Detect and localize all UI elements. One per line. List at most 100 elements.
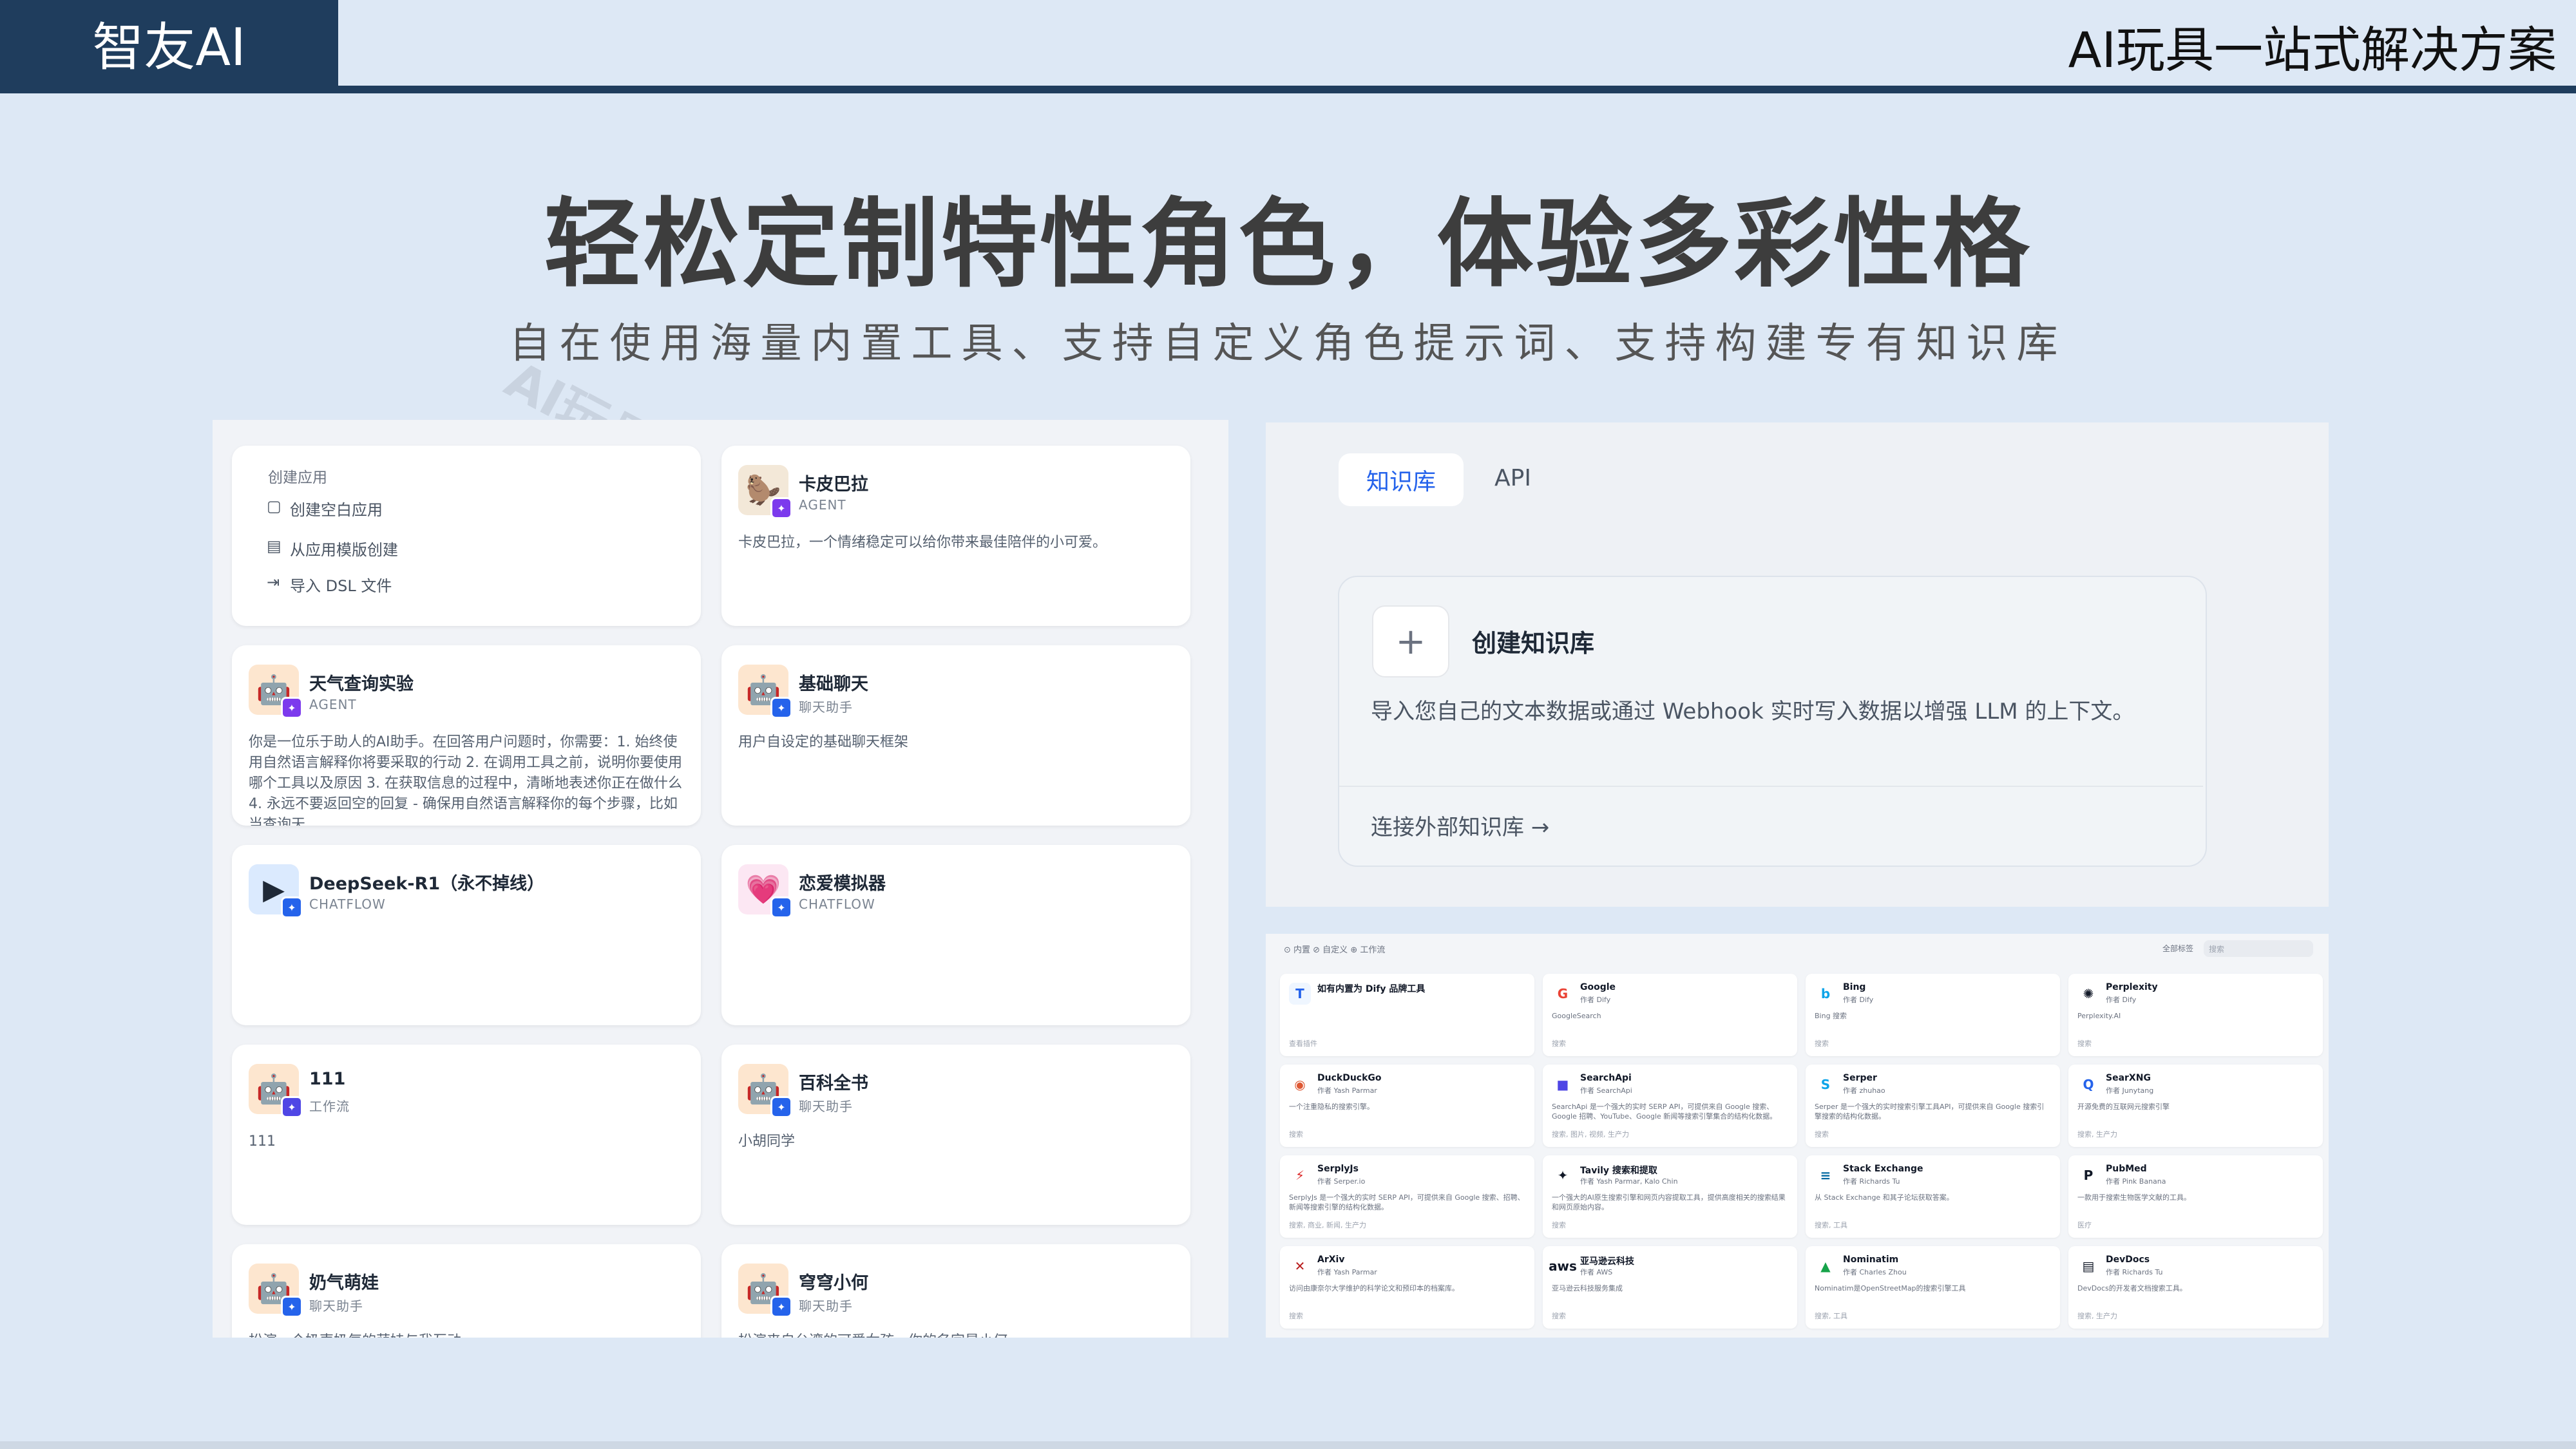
app-avatar: 🤖 ✦ — [249, 1264, 303, 1318]
template-icon: ▤ — [267, 537, 281, 555]
tool-author: 作者 Dify — [2106, 996, 2137, 1004]
tool-description: GoogleSearch — [1552, 1012, 1601, 1020]
tool-card[interactable]: ≡ Stack Exchange 作者 Richards Tu 从 Stack Exc… — [1806, 1155, 2060, 1238]
tool-author: 作者 SearchApi — [1580, 1086, 1632, 1095]
tool-card[interactable]: Q SearXNG 作者 Junytang 开源免费的互联网元搜索引擎 搜索, 生产力 — [2068, 1065, 2323, 1147]
app-description: 扮演来自台湾的可爱女孩，你的名字是小何 — [738, 1331, 1174, 1338]
app-card[interactable]: 🤖✦ 穹穹小何聊天助手扮演来自台湾的可爱女孩，你的名字是小何 — [721, 1244, 1190, 1338]
plus-icon[interactable]: + — [1372, 605, 1449, 677]
tool-card[interactable]: ✕ ArXiv 作者 Yash Parmar 访问由康奈尔大学维护的科学论文和预印本的… — [1280, 1246, 1534, 1329]
import-icon: ⇥ — [267, 573, 280, 591]
tool-card[interactable]: ✦ Tavily 搜索和提取 作者 Yash Parmar, Kalo Chin 一个… — [1543, 1155, 1797, 1238]
tool-tags: 搜索 — [1815, 1130, 1829, 1139]
tool-name: 如有内置为 Dify 品牌工具 — [1317, 984, 1426, 994]
tool-card[interactable]: T 如有内置为 Dify 品牌工具 查看插件 — [1280, 974, 1534, 1056]
tool-tags: 搜索, 工具 — [1815, 1221, 1847, 1229]
tools-search-input[interactable]: 搜索 — [2204, 940, 2313, 957]
tool-icon: ■ — [1552, 1074, 1574, 1095]
app-card[interactable]: 🦫 ✦ 卡皮巴拉 AGENT 卡皮巴拉，一个情绪稳定可以给你带来最佳陪伴的小可爱。 — [721, 446, 1190, 626]
tool-author: 作者 Richards Tu — [2106, 1268, 2163, 1276]
file-plus-icon: ▢ — [267, 497, 281, 515]
app-avatar: 🤖 ✦ — [249, 1064, 303, 1118]
tool-tags: 搜索 — [2077, 1039, 2092, 1048]
app-card[interactable]: 💗 ✦ 恋爱模拟器 CHATFLOW — [721, 845, 1190, 1025]
app-card[interactable]: 🤖✦ 奶气萌娃聊天助手扮演一个奶声奶气的萌娃与我互动 — [232, 1244, 701, 1338]
app-type: 工作流 — [309, 1099, 350, 1114]
tool-description: Nominatim是OpenStreetMap的搜索引擎工具 — [1815, 1284, 1966, 1293]
app-card[interactable]: 🤖 ✦ 天气查询实验 AGENT 你是一位乐于助人的AI助手。在回答用户问题时，你需要：… — [232, 645, 701, 826]
create-from-template-label: 从应用模版创建 — [290, 541, 398, 559]
page-subtitle: 自在使用海量内置工具、支持自定义角色提示词、支持构建专有知识库 — [509, 320, 2067, 368]
tool-card[interactable]: ✺ Perplexity 作者 Dify Perplexity.AI 搜索 — [2068, 974, 2323, 1056]
app-type: 聊天助手 — [799, 1298, 853, 1314]
app-name: 奶气萌娃 — [309, 1273, 379, 1293]
tool-icon: G — [1552, 983, 1574, 1005]
app-card[interactable]: 🤖 ✦ 基础聊天 聊天助手 用户自设定的基础聊天框架 — [721, 645, 1190, 826]
connect-external-knowledge-link[interactable]: 连接外部知识库 → — [1371, 810, 1549, 841]
app-type-badge-icon: ✦ — [281, 896, 303, 918]
tool-name: Google — [1580, 982, 1616, 992]
app-type-badge-icon: ✦ — [281, 1096, 303, 1118]
tool-author: 作者 Dify — [1580, 996, 1611, 1004]
slogan: AI玩具一站式解决方案 — [2068, 21, 2557, 79]
tool-tags: 医疗 — [2077, 1221, 2092, 1229]
app-card[interactable]: 🤖 ✦ 百科全书 聊天助手 小胡同学 — [721, 1045, 1190, 1225]
app-type-badge-icon: ✦ — [770, 896, 792, 918]
app-card[interactable]: ▶ ✦ DeepSeek-R1（永不掉线） CHATFLOW — [232, 845, 701, 1025]
app-avatar: 🦫 ✦ — [738, 465, 792, 519]
tool-tags: 搜索 — [1289, 1130, 1303, 1139]
tool-card[interactable]: b Bing 作者 Dify Bing 搜索 搜索 — [1806, 974, 2060, 1056]
tools-tabs[interactable]: ⊙ 内置 ⊘ 自定义 ⊕ 工作流 — [1284, 943, 1385, 955]
tool-description: SerplyJs 是一个强大的实时 SERP API，可提供来自 Google … — [1289, 1193, 1525, 1211]
tool-icon: ⚡ — [1289, 1164, 1311, 1186]
app-description: 小胡同学 — [738, 1133, 796, 1150]
tool-card[interactable]: G Google 作者 Dify GoogleSearch 搜索 — [1543, 974, 1797, 1056]
tool-description: 一个强大的AI原生搜索引擎和网页内容提取工具，提供高度相关的搜索结果和网页原始内… — [1552, 1193, 1786, 1211]
tool-description: Bing 搜索 — [1815, 1012, 1847, 1020]
tool-card[interactable]: ◉ DuckDuckGo 作者 Yash Parmar 一个注重隐私的搜索引擎。 搜索 — [1280, 1065, 1534, 1147]
tool-author: 作者 Yash Parmar, Kalo Chin — [1580, 1177, 1678, 1186]
create-from-template-item[interactable]: ▤ 从应用模版创建 — [267, 537, 398, 560]
app-description: 扮演一个奶声奶气的萌娃与我互动 — [249, 1331, 684, 1338]
import-dsl-item[interactable]: ⇥ 导入 DSL 文件 — [267, 573, 392, 596]
brand-logo: 智友AI — [0, 0, 338, 86]
tool-card[interactable]: ▲ Nominatim 作者 Charles Zhou Nominatim是OpenS… — [1806, 1246, 2060, 1329]
tool-icon: aws — [1549, 1255, 1577, 1277]
tool-card[interactable]: S Serper 作者 zhuhao Serper 是一个强大的实时搜索引擎工具API… — [1806, 1065, 2060, 1147]
tool-description: 从 Stack Exchange 和其子论坛获取答案。 — [1815, 1193, 1954, 1202]
app-type: AGENT — [309, 697, 357, 712]
tag-filter[interactable]: 全部标签 — [2162, 943, 2193, 954]
app-card[interactable]: 🤖 ✦ 111 工作流 111 — [232, 1045, 701, 1225]
tool-author: 作者 Dify — [1843, 996, 1874, 1004]
tool-name: Nominatim — [1843, 1255, 1899, 1265]
app-avatar: 🤖 ✦ — [738, 665, 792, 719]
create-blank-app-item[interactable]: ▢ 创建空白应用 — [267, 497, 383, 520]
import-dsl-label: 导入 DSL 文件 — [290, 577, 392, 595]
tool-tags: 搜索, 生产力 — [2077, 1312, 2117, 1320]
tool-author: 作者 Charles Zhou — [1843, 1268, 1907, 1276]
tab-knowledge[interactable]: 知识库 — [1339, 453, 1464, 506]
tool-description: 亚马逊云科技服务集成 — [1552, 1284, 1623, 1293]
app-type-badge-icon: ✦ — [281, 697, 303, 719]
tool-tags: 搜索 — [1552, 1312, 1566, 1320]
tool-icon: T — [1289, 983, 1311, 1005]
tool-card[interactable]: ■ SearchApi 作者 SearchApi SearchApi 是一个强大的实时… — [1543, 1065, 1797, 1147]
tool-description: SearchApi 是一个强大的实时 SERP API，可提供来自 Google… — [1552, 1103, 1777, 1121]
app-name: 恋爱模拟器 — [799, 874, 886, 894]
app-type: 聊天助手 — [799, 1099, 853, 1114]
tool-tags: 搜索 — [1815, 1039, 1829, 1048]
tool-name: Tavily 搜索和提取 — [1580, 1166, 1657, 1176]
app-list-panel: 创建应用 ▢ 创建空白应用 ▤ 从应用模版创建 ⇥ 导入 DSL 文件 🦫 ✦ 卡皮… — [213, 420, 1228, 1338]
tool-icon: ✕ — [1289, 1255, 1311, 1277]
tool-card[interactable]: P PubMed 作者 Pink Banana 一款用于搜索生物医学文献的工具。 医疗 — [2068, 1155, 2323, 1238]
tool-card[interactable]: ⚡ SerplyJs 作者 Serper.io SerplyJs 是一个强大的实时 S… — [1280, 1155, 1534, 1238]
tool-card[interactable]: aws 亚马逊云科技 作者 AWS 亚马逊云科技服务集成 搜索 — [1543, 1246, 1797, 1329]
tool-icon: P — [2077, 1164, 2099, 1186]
tool-icon: ▲ — [1815, 1255, 1837, 1277]
app-name: 卡皮巴拉 — [799, 475, 868, 495]
tool-description: Perplexity.AI — [2077, 1012, 2121, 1020]
tool-card[interactable]: ▤ DevDocs 作者 Richards Tu DevDocs的开发者文档搜索工具。… — [2068, 1246, 2323, 1329]
tool-tags: 搜索 — [1289, 1312, 1303, 1320]
footer-bar — [0, 1441, 2576, 1449]
tab-api[interactable]: API — [1494, 465, 1531, 491]
